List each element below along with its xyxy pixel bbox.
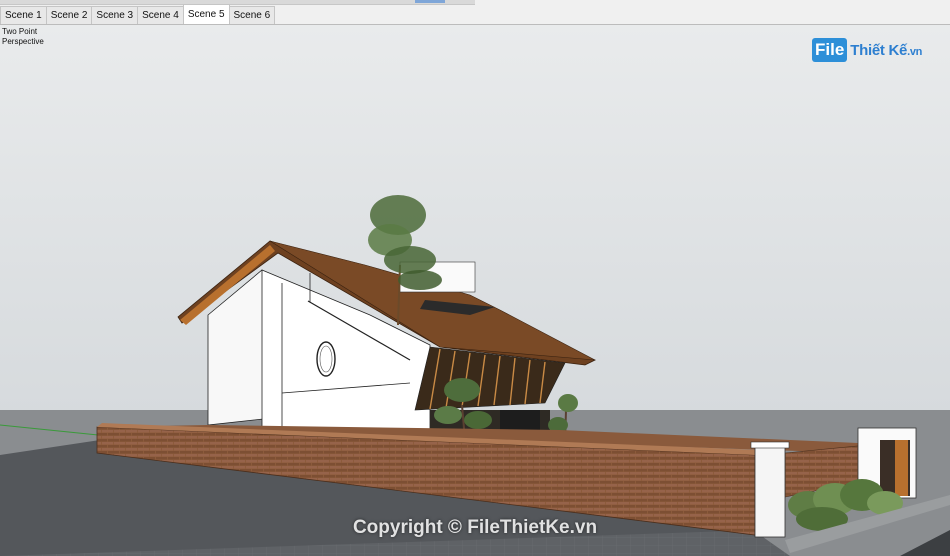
scene-render — [0, 25, 950, 556]
tab-scene-2[interactable]: Scene 2 — [45, 6, 93, 24]
model-viewport[interactable]: Two Point Perspective File Thiết Kế.vn C… — [0, 25, 950, 556]
logo-tld: .vn — [907, 45, 923, 58]
logo-name: Thiết Kế — [850, 41, 908, 59]
tab-scene-4[interactable]: Scene 4 — [137, 6, 184, 24]
copyright-watermark: Copyright © FileThietKe.vn — [352, 517, 598, 538]
camera-mode-line-2: Perspective — [2, 37, 44, 46]
tab-scene-6[interactable]: Scene 6 — [228, 6, 276, 24]
camera-mode-label: Two Point Perspective — [2, 27, 44, 47]
tab-scene-1[interactable]: Scene 1 — [0, 6, 47, 24]
tab-scene-5[interactable]: Scene 5 — [182, 4, 230, 24]
scene-tab-bar: Scene 1 Scene 2 Scene 3 Scene 4 Scene 5 … — [0, 0, 950, 25]
tab-scene-3[interactable]: Scene 3 — [91, 6, 139, 24]
scene-tabs: Scene 1 Scene 2 Scene 3 Scene 4 Scene 5 … — [0, 4, 276, 24]
toolbar-highlight — [415, 0, 445, 3]
logo-file-mark: File — [812, 38, 848, 62]
site-logo: File Thiết Kế.vn — [812, 37, 922, 63]
camera-mode-line-1: Two Point — [2, 27, 38, 36]
logo-text: Thiết Kế.vn — [850, 42, 922, 59]
